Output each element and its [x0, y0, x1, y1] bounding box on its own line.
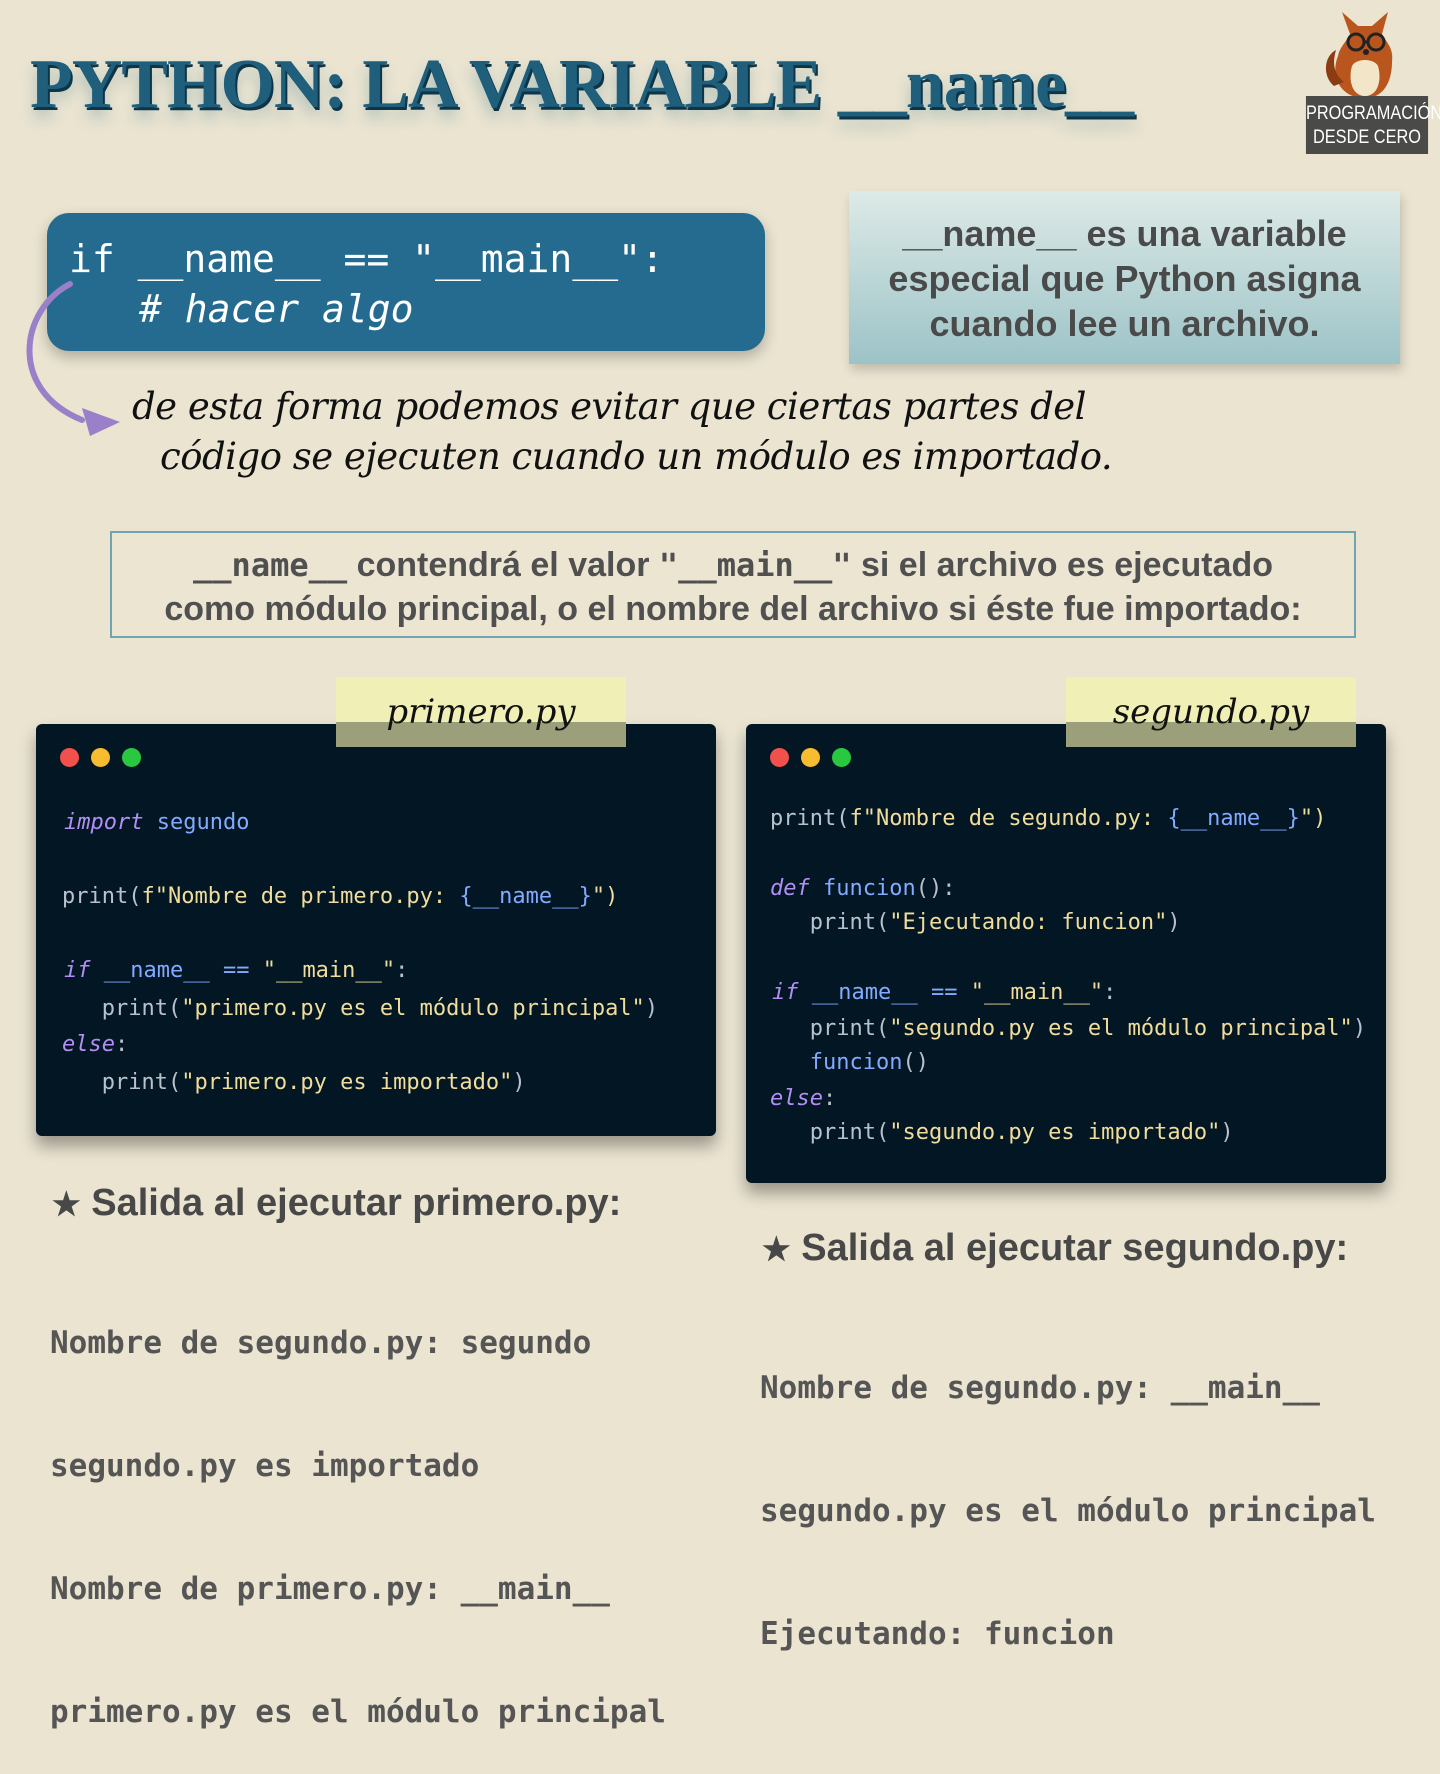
info-line-1: __name__ es una variable: [902, 213, 1347, 254]
output-line: Nombre de segundo.py: __main__: [760, 1370, 1320, 1406]
code-line: print(f"Nombre de segundo.py: {__name__}…: [770, 806, 1327, 831]
handwritten-note: de esta forma podemos evitar que ciertas…: [132, 382, 1132, 482]
file-label-primero: primero.py: [336, 677, 626, 747]
code-line: else:: [770, 1086, 837, 1111]
info-line-3: cuando lee un archivo.: [929, 303, 1320, 344]
output-line: segundo.py es el módulo principal: [760, 1493, 1376, 1529]
code-line: print("primero.py es el módulo principal…: [62, 996, 659, 1021]
output-line: Nombre de segundo.py: segundo: [50, 1325, 592, 1361]
logo: PROGRAMACIÓN DESDE CERO: [1296, 6, 1440, 154]
logo-plate: PROGRAMACIÓN DESDE CERO: [1305, 96, 1440, 154]
minimize-dot-icon: [801, 748, 820, 767]
file-label-segundo: segundo.py: [1066, 677, 1356, 747]
output-line: Nombre de primero.py: __main__: [50, 1571, 610, 1607]
output-heading-text: Salida al ejecutar segundo.py:: [801, 1227, 1349, 1269]
code-line: print("segundo.py es el módulo principal…: [770, 1016, 1367, 1041]
info-box: __name__ es una variable especial que Py…: [849, 191, 1400, 364]
code-window-primero: import segundo print(f"Nombre de primero…: [36, 724, 716, 1136]
code-line: if __name__ == "__main__":: [64, 958, 409, 983]
statement-text-a: contendrá el valor: [347, 546, 659, 584]
file-label-text: segundo.py: [1112, 692, 1310, 732]
statement-main-value: "__main__": [658, 546, 852, 584]
code-snippet-line-2: # hacer algo: [139, 287, 414, 331]
statement-text-b: si el archivo es ejecutado: [851, 546, 1273, 584]
code-line: print("Ejecutando: funcion"): [770, 910, 1181, 935]
output-heading-segundo: ★ Salida al ejecutar segundo.py:: [762, 1227, 1348, 1270]
output-lines-primero: Nombre de segundo.py: segundo segundo.py…: [50, 1241, 666, 1774]
code-line: def funcion():: [770, 876, 956, 901]
code-window-segundo: print(f"Nombre de segundo.py: {__name__}…: [746, 724, 1386, 1183]
output-lines-segundo: Nombre de segundo.py: __main__ segundo.p…: [760, 1286, 1376, 1696]
star-icon: ★: [762, 1231, 791, 1267]
window-controls: [60, 748, 153, 773]
file-label-text: primero.py: [386, 692, 576, 732]
fox-with-glasses-icon: [1325, 12, 1393, 98]
statement-name-var: __name__: [193, 546, 348, 584]
output-line: primero.py es el módulo principal: [50, 1694, 666, 1730]
maximize-dot-icon: [832, 748, 851, 767]
close-dot-icon: [770, 748, 789, 767]
star-icon: ★: [52, 1186, 81, 1222]
code-line: funcion(): [770, 1050, 929, 1075]
code-line: else:: [62, 1032, 129, 1057]
page-title: PYTHON: LA VARIABLE __name__: [30, 46, 1134, 123]
statement-box: __name__ contendrá el valor "__main__" s…: [110, 531, 1356, 638]
code-snippet-line-1: if __name__ == "__main__":: [69, 237, 664, 281]
output-line: segundo.py es importado: [50, 1448, 480, 1484]
code-line: if __name__ == "__main__":: [772, 980, 1117, 1005]
logo-line-1: PROGRAMACIÓN: [1305, 103, 1440, 124]
note-line-1: de esta forma podemos evitar que ciertas…: [132, 385, 1087, 428]
output-heading-primero: ★ Salida al ejecutar primero.py:: [52, 1182, 621, 1225]
output-line: Ejecutando: funcion: [760, 1616, 1115, 1652]
code-line: import segundo: [64, 810, 250, 835]
info-line-2: especial que Python asigna: [888, 258, 1361, 299]
statement-line-2: como módulo principal, o el nombre del a…: [164, 590, 1302, 628]
code-line: print(f"Nombre de primero.py: {__name__}…: [62, 884, 619, 909]
code-snippet-box: if __name__ == "__main__": # hacer algo: [47, 213, 765, 351]
logo-line-2: DESDE CERO: [1312, 127, 1422, 148]
output-heading-text: Salida al ejecutar primero.py:: [91, 1182, 622, 1224]
code-line: print("segundo.py es importado"): [770, 1120, 1234, 1145]
note-line-2: código se ejecuten cuando un módulo es i…: [160, 435, 1113, 478]
curved-arrow-icon: [26, 281, 120, 436]
code-line: print("primero.py es importado"): [62, 1070, 526, 1095]
close-dot-icon: [60, 748, 79, 767]
statement-line-1: __name__ contendrá el valor "__main__" s…: [112, 543, 1354, 587]
maximize-dot-icon: [122, 748, 141, 767]
minimize-dot-icon: [91, 748, 110, 767]
window-controls: [770, 748, 863, 773]
